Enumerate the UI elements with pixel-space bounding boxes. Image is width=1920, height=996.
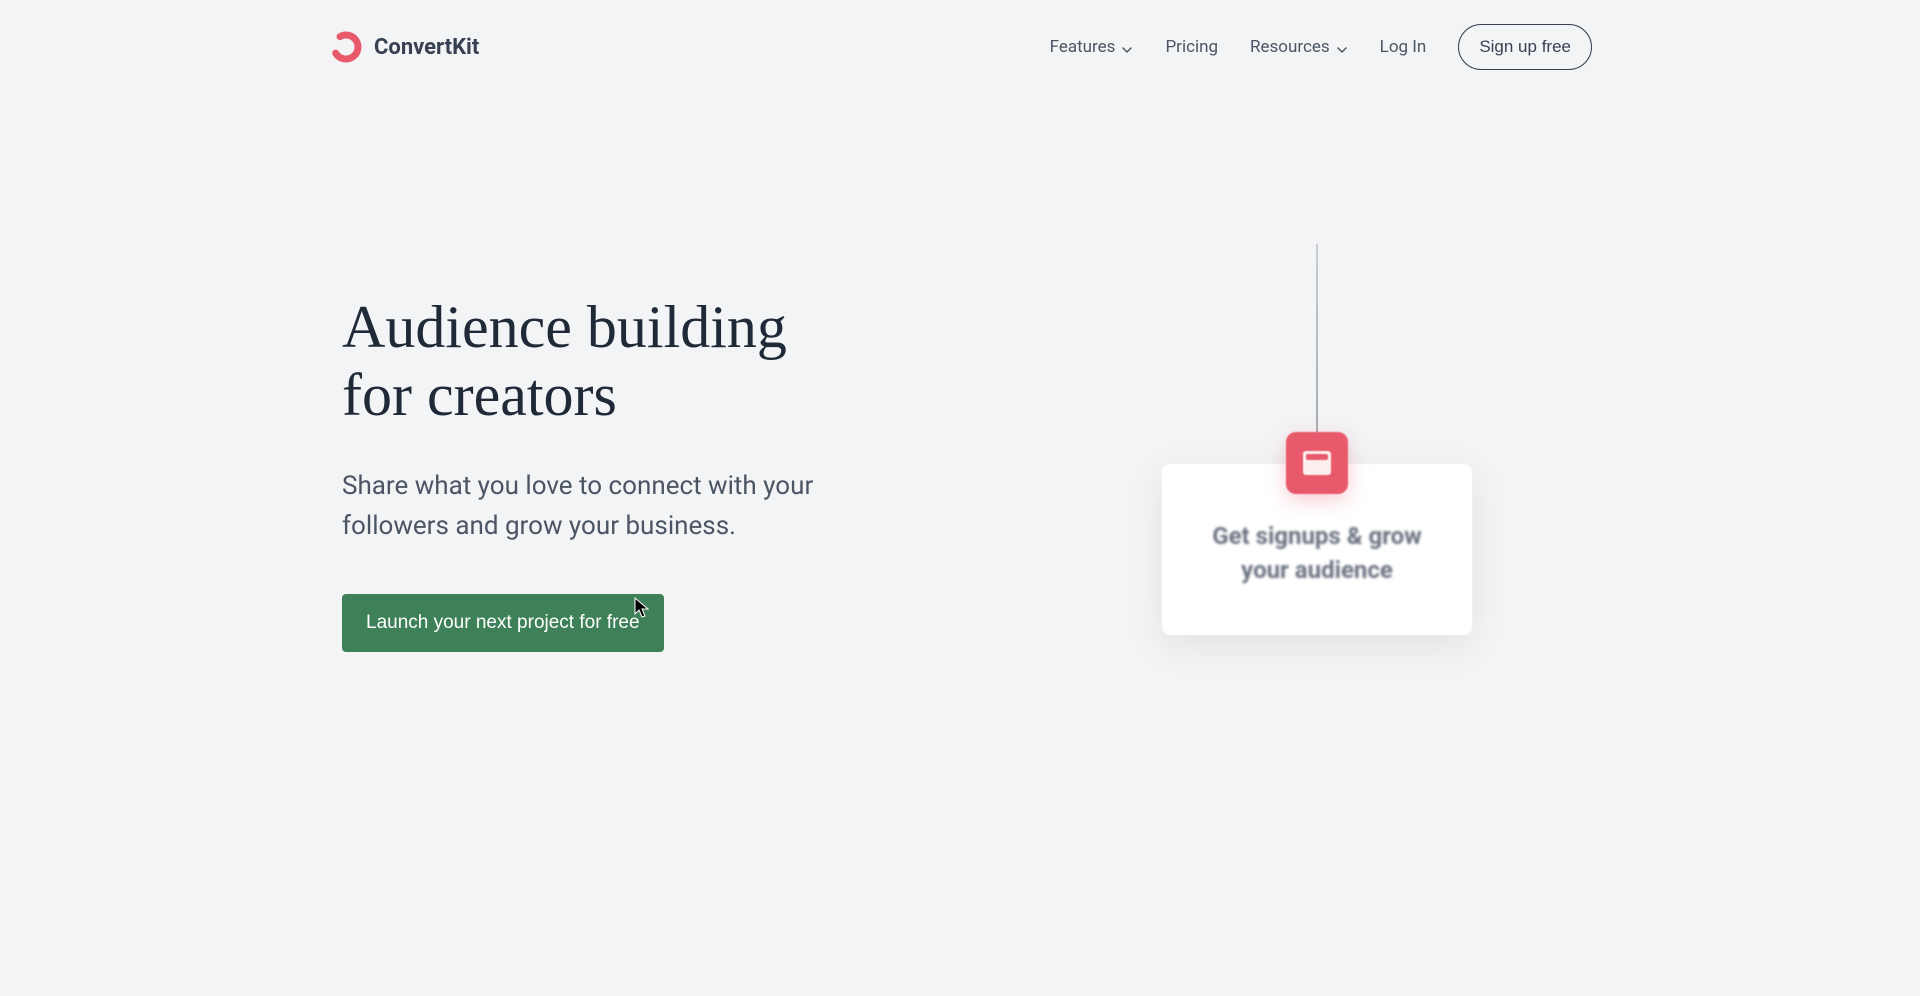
card-text-line1: Get signups & grow <box>1212 522 1422 550</box>
nav-resources-label: Resources <box>1250 37 1330 57</box>
signup-card: Get signups & grow your audience <box>1162 464 1472 635</box>
nav-resources[interactable]: Resources <box>1250 37 1348 57</box>
site-header: ConvertKit Features Pricing Resources Lo… <box>200 0 1720 94</box>
hero-illustration: Get signups & grow your audience <box>1042 294 1592 652</box>
signup-button[interactable]: Sign up free <box>1458 24 1592 70</box>
nav-login-label: Log In <box>1380 37 1427 57</box>
card-icon-wrapper <box>1286 432 1348 494</box>
brand-logo[interactable]: ConvertKit <box>328 29 479 65</box>
main-nav: Features Pricing Resources Log In Sign u… <box>1050 24 1592 70</box>
card-text: Get signups & grow your audience <box>1202 520 1432 587</box>
nav-pricing[interactable]: Pricing <box>1165 37 1218 57</box>
logo-icon <box>328 29 364 65</box>
launch-project-button[interactable]: Launch your next project for free <box>342 594 664 652</box>
nav-login[interactable]: Log In <box>1380 37 1427 57</box>
hero-subtitle: Share what you love to connect with your… <box>342 466 842 547</box>
hero-content: Audience building for creators Share wha… <box>342 294 962 652</box>
nav-features[interactable]: Features <box>1050 37 1134 57</box>
cursor-icon <box>632 596 652 620</box>
hero-title-line2: for creators <box>342 362 617 428</box>
hero-title-line1: Audience building <box>342 294 787 360</box>
chevron-down-icon <box>1336 41 1348 53</box>
nav-features-label: Features <box>1050 37 1116 57</box>
connector-line <box>1316 244 1318 454</box>
hero-section: Audience building for creators Share wha… <box>200 94 1720 652</box>
card-text-line2: your audience <box>1241 556 1393 584</box>
form-icon <box>1303 451 1331 475</box>
chevron-down-icon <box>1121 41 1133 53</box>
hero-title: Audience building for creators <box>342 294 962 430</box>
nav-pricing-label: Pricing <box>1165 37 1218 57</box>
brand-name: ConvertKit <box>374 35 479 60</box>
